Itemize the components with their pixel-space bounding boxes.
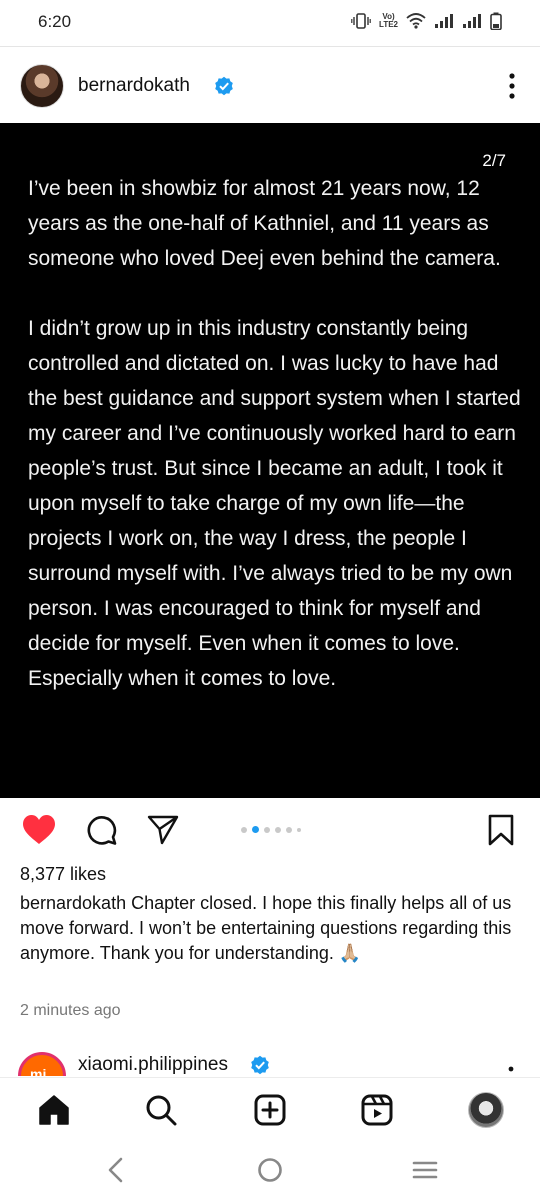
nav-home[interactable] <box>36 1092 72 1128</box>
post-image[interactable]: 2/7 I’ve been in showbiz for almost 21 y… <box>0 123 540 798</box>
bottom-navigation <box>0 1077 540 1143</box>
vibrate-icon <box>351 13 371 29</box>
reels-icon <box>361 1094 393 1126</box>
signal-icon-2 <box>463 14 481 28</box>
avatar[interactable] <box>20 64 64 108</box>
wifi-icon <box>406 13 426 29</box>
like-count[interactable]: 8,377 likes <box>20 864 106 885</box>
heart-icon[interactable] <box>22 814 56 846</box>
profile-avatar <box>468 1092 504 1128</box>
circle-home-icon[interactable] <box>257 1157 283 1183</box>
nav-reels[interactable] <box>359 1092 395 1128</box>
comment-icon[interactable] <box>86 814 118 846</box>
volte-icon: Vo) LTE2 <box>379 13 398 29</box>
carousel-counter: 2/7 <box>482 151 506 170</box>
signal-icon <box>435 14 453 28</box>
more-options-icon[interactable] <box>508 1066 514 1076</box>
carousel-indicator <box>241 826 301 833</box>
post-username[interactable]: bernardokath <box>78 75 190 97</box>
back-chevron-icon[interactable] <box>106 1157 124 1183</box>
status-time: 6:20 <box>38 12 72 31</box>
status-icons: Vo) LTE2 <box>351 12 502 30</box>
carousel-dot-active <box>252 826 259 833</box>
bookmark-icon[interactable] <box>488 814 514 846</box>
carousel-dot <box>264 826 270 833</box>
post-caption: bernardokath Chapter closed. I hope this… <box>20 891 525 966</box>
battery-icon <box>490 12 502 30</box>
system-navigation <box>0 1143 540 1200</box>
volte-label-bottom: LTE2 <box>379 20 398 29</box>
carousel-dot <box>286 826 292 833</box>
status-bar: 6:20 Vo) LTE2 <box>0 0 540 46</box>
search-icon <box>146 1095 177 1126</box>
next-post-avatar-logo: mi <box>30 1066 47 1076</box>
post-timestamp: 2 minutes ago <box>20 1002 121 1019</box>
carousel-dot <box>297 827 301 832</box>
next-post-username[interactable]: xiaomi.philippines <box>78 1054 228 1076</box>
menu-icon[interactable] <box>412 1157 438 1183</box>
verified-badge-icon <box>251 1055 269 1075</box>
verified-badge-icon <box>215 76 233 96</box>
nav-profile[interactable] <box>468 1092 504 1128</box>
carousel-dot <box>241 826 247 833</box>
next-post-header: mi xiaomi.philippines <box>0 1046 540 1076</box>
carousel-dot <box>275 826 281 833</box>
plus-square-icon <box>254 1094 286 1126</box>
nav-create[interactable] <box>252 1092 288 1128</box>
top-divider <box>0 46 540 47</box>
post-header: bernardokath <box>0 58 540 118</box>
post-actions <box>0 808 540 854</box>
nav-search[interactable] <box>143 1092 179 1128</box>
post-image-text: I’ve been in showbiz for almost 21 years… <box>28 177 521 690</box>
more-options-icon[interactable] <box>508 72 516 100</box>
paper-plane-icon[interactable] <box>147 814 179 846</box>
home-icon <box>39 1095 69 1125</box>
caption-username[interactable]: bernardokath <box>20 893 126 913</box>
